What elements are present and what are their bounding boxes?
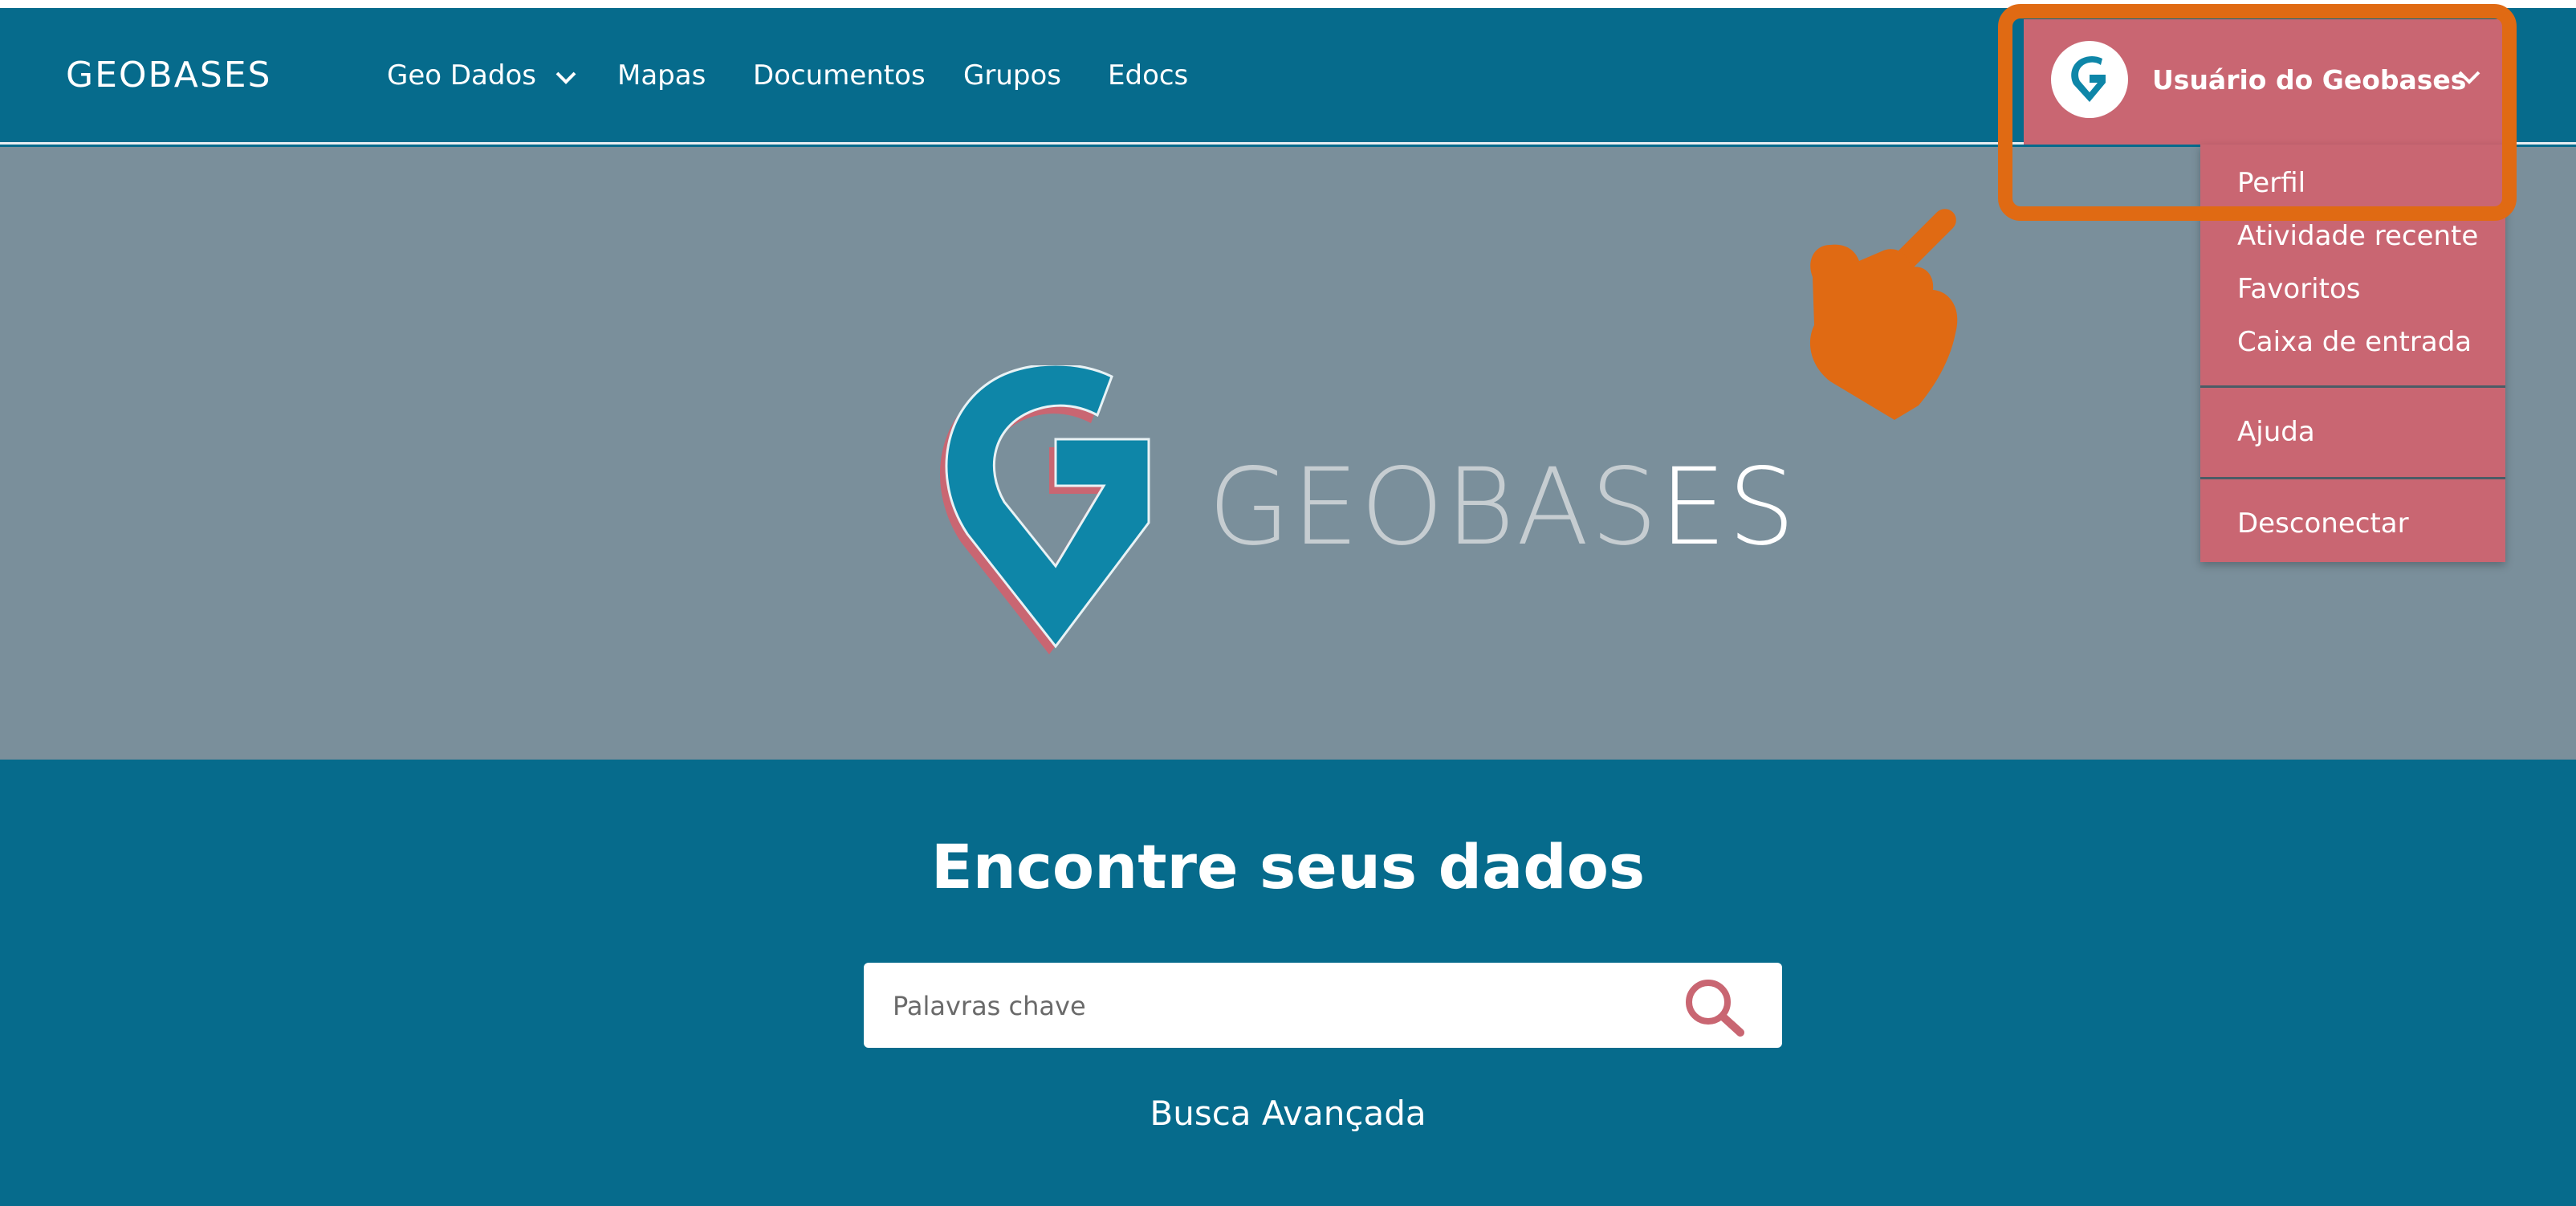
hero-title: GEOBASES xyxy=(1208,446,1797,569)
geobases-g-icon xyxy=(2071,56,2106,102)
menu-divider xyxy=(2200,477,2505,479)
hero-title-part1: GEOBAS xyxy=(1208,446,1660,569)
nav-grupos[interactable]: Grupos xyxy=(963,59,1061,92)
search-box xyxy=(864,963,1782,1049)
brand-logo[interactable]: GEOBASES xyxy=(66,55,271,96)
menu-item-ajuda[interactable]: Ajuda xyxy=(2237,416,2315,448)
menu-divider xyxy=(2200,385,2505,388)
chevron-down-icon xyxy=(2457,69,2481,91)
nav-geo-dados-label: Geo Dados xyxy=(387,59,536,92)
menu-item-desconectar[interactable]: Desconectar xyxy=(2237,507,2409,540)
avatar xyxy=(2051,41,2128,118)
menu-item-atividade-recente[interactable]: Atividade recente xyxy=(2237,220,2478,252)
menu-item-perfil[interactable]: Perfil xyxy=(2237,167,2305,199)
advanced-search-link[interactable]: Busca Avançada xyxy=(0,1094,2576,1133)
nav-documentos[interactable]: Documentos xyxy=(753,59,926,92)
chevron-down-icon xyxy=(555,61,577,93)
search-heading: Encontre seus dados xyxy=(930,831,1646,902)
nav-mapas[interactable]: Mapas xyxy=(617,59,706,92)
search-input[interactable] xyxy=(891,963,1665,1049)
pointing-hand-icon xyxy=(1798,197,1975,434)
user-menu-button[interactable]: Usuário do Geobases xyxy=(2024,19,2505,145)
menu-item-caixa-de-entrada[interactable]: Caixa de entrada xyxy=(2237,326,2472,358)
top-strip xyxy=(0,0,2576,8)
menu-item-favoritos[interactable]: Favoritos xyxy=(2237,273,2360,305)
user-dropdown-menu: Perfil Atividade recente Favoritos Caixa… xyxy=(2200,145,2505,562)
nav-edocs[interactable]: Edocs xyxy=(1108,59,1188,92)
hero-title-part2: ES xyxy=(1659,446,1797,569)
search-icon[interactable] xyxy=(1683,976,1747,1041)
geobases-logo-mark xyxy=(935,363,1176,658)
nav-geo-dados[interactable]: Geo Dados xyxy=(387,59,577,93)
user-menu-label: Usuário do Geobases xyxy=(2152,64,2467,96)
